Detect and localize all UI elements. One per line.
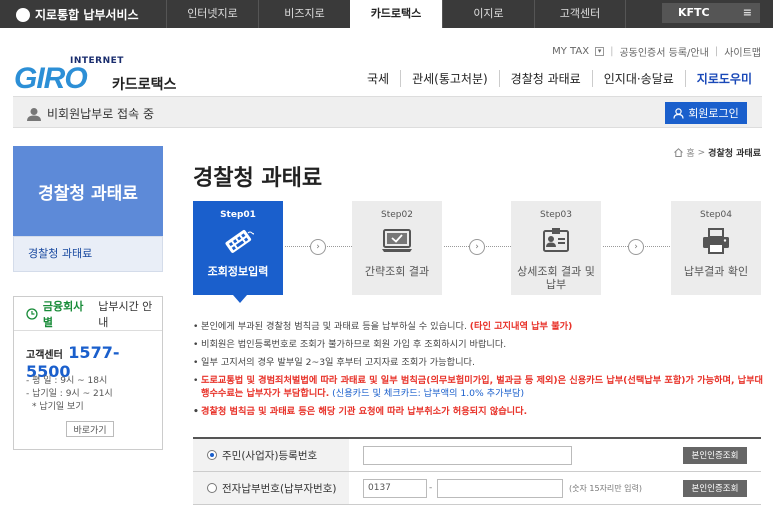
step-1: Step01 조회정보입력 bbox=[193, 201, 283, 303]
lookup-form: 주민(사업자)등록번호 본인인증조회 전자납부번호(납부자번호) 0137 - … bbox=[193, 437, 761, 505]
resident-number-input[interactable] bbox=[363, 445, 572, 465]
divider: | bbox=[714, 46, 719, 57]
brand-label: 지로통합 납부서비스 bbox=[35, 8, 139, 22]
step-4: Step04 납부결과 확인 bbox=[671, 201, 761, 295]
step-2-label: 간략조회 결과 bbox=[364, 265, 430, 278]
member-login-button[interactable]: 회원로그인 bbox=[665, 102, 747, 124]
step-1-label: 조회정보입력 bbox=[207, 265, 269, 278]
resident-number-label: 주민(사업자)등록번호 bbox=[222, 449, 318, 462]
step-2-number: Step02 bbox=[381, 210, 413, 220]
dropdown-icon[interactable]: ▾ bbox=[595, 47, 605, 56]
kftc-menu[interactable]: KFTC ≡ bbox=[662, 3, 760, 23]
tab-customer-center[interactable]: 고객센터 bbox=[534, 0, 626, 28]
call-center-label: 고객센터 bbox=[26, 350, 63, 361]
breadcrumb: 홈 > 경찰청 과태료 bbox=[674, 146, 761, 159]
home-icon[interactable] bbox=[674, 148, 684, 157]
notice-item: 본인에게 부과된 경찰청 범칙금 및 과태료 등을 납부하실 수 있습니다. (… bbox=[193, 320, 763, 333]
breadcrumb-separator: > bbox=[697, 147, 706, 158]
customer-info-box: 금융회사별 납부시간 안내 고객센터 1577-5500 - 평 일 : 9시 … bbox=[13, 296, 163, 450]
step-3-label: 상세조회 결과 및 납부 bbox=[517, 265, 595, 291]
step-1-number: Step01 bbox=[220, 210, 256, 220]
utility-links: MY TAX ▾ | 공동인증서 등록/안내 | 사이트맵 bbox=[552, 44, 761, 59]
resident-number-radio[interactable] bbox=[207, 450, 217, 460]
step-2: Step02 간략조회 결과 bbox=[352, 201, 442, 295]
payment-number-input[interactable] bbox=[437, 478, 563, 498]
notice-item: 일부 고지서의 경우 발부일 2~3일 후부터 고지자료 조회가 가능합니다. bbox=[193, 356, 763, 369]
tab-easy-giro[interactable]: 이지로 bbox=[442, 0, 534, 28]
notice-fee-note: (신용카드 및 체크카드: 납부액의 1.0% 추가부담) bbox=[332, 388, 525, 399]
sidebar-title: 경찰청 과태료 bbox=[13, 146, 163, 236]
payment-hours-title: 납부시간 안내 bbox=[98, 299, 153, 329]
payment-number-label: 전자납부번호(납부자번호) bbox=[222, 482, 337, 495]
divider: | bbox=[610, 46, 614, 57]
notice-item: 도로교통법 및 경범죄처벌법에 따라 과태료 및 일부 범칙금(의무보험미가입,… bbox=[193, 374, 763, 400]
chevron-right-icon: › bbox=[310, 239, 326, 255]
gnb-giro-helper[interactable]: 지로도우미 bbox=[684, 70, 763, 87]
identity-verify-button[interactable]: 본인인증조회 bbox=[683, 446, 747, 464]
login-status-bar: 비회원납부로 접속 중 회원로그인 bbox=[13, 96, 762, 128]
printer-icon bbox=[703, 228, 729, 254]
operating-hours: - 평 일 : 9시 ~ 18시 - 납기일 : 9시 ~ 21시 * 납기일 … bbox=[26, 375, 113, 414]
tab-card-tax[interactable]: 카드로택스 bbox=[350, 0, 442, 28]
payment-number-hint: (숫자 15자리만 입력) bbox=[569, 483, 643, 493]
payment-hours-highlight: 금융회사별 bbox=[42, 299, 84, 329]
kftc-label: KFTC bbox=[678, 6, 710, 19]
resident-number-option[interactable]: 주민(사업자)등록번호 bbox=[193, 439, 349, 471]
top-nav-bar: 지로통합 납부서비스 인터넷지로 비즈지로 카드로택스 이지로 고객센터 KFT… bbox=[0, 0, 773, 28]
step-4-number: Step04 bbox=[700, 210, 732, 220]
sidebar-item-police-fine[interactable]: 경찰청 과태료 bbox=[13, 236, 163, 272]
integrated-service-brand[interactable]: 지로통합 납부서비스 bbox=[16, 6, 139, 23]
clock-icon bbox=[26, 307, 38, 320]
form-row-payment-number: 전자납부번호(납부자번호) 0137 - (숫자 15자리만 입력) 본인인증조… bbox=[193, 472, 761, 505]
step-4-label: 납부결과 확인 bbox=[683, 265, 749, 278]
step-3: Step03 상세조회 결과 및 납부 bbox=[511, 201, 601, 295]
gnb-customs[interactable]: 관세(통고처분) bbox=[400, 70, 499, 87]
hours-holiday: - 납기일 : 9시 ~ 21시 bbox=[26, 389, 113, 399]
chevron-right-icon: › bbox=[469, 239, 485, 255]
step-3-number: Step03 bbox=[540, 210, 572, 220]
gnb-stamp-fee[interactable]: 인지대·송달료 bbox=[591, 70, 685, 87]
identity-verify-button[interactable]: 본인인증조회 bbox=[683, 479, 747, 497]
tab-internet-giro[interactable]: 인터넷지로 bbox=[166, 0, 258, 28]
id-card-icon bbox=[543, 228, 569, 252]
hyphen-separator: - bbox=[429, 483, 433, 493]
guest-status-text: 비회원납부로 접속 중 bbox=[47, 107, 154, 121]
hamburger-icon[interactable]: ≡ bbox=[743, 3, 752, 23]
util-link-sitemap[interactable]: 사이트맵 bbox=[724, 44, 761, 59]
logo-giro-text: GIRO bbox=[14, 62, 88, 95]
gnb-police-fine[interactable]: 경찰청 과태료 bbox=[498, 70, 592, 87]
form-row-resident-number: 주민(사업자)등록번호 본인인증조회 bbox=[193, 439, 761, 472]
chevron-right-icon: › bbox=[628, 239, 644, 255]
member-login-label: 회원로그인 bbox=[688, 107, 739, 120]
util-link-mytax[interactable]: MY TAX bbox=[552, 46, 589, 57]
payment-hours-link[interactable]: 금융회사별 납부시간 안내 bbox=[14, 297, 162, 331]
user-outline-icon bbox=[673, 107, 684, 119]
notice-text: 본인에게 부과된 경찰청 범칙금 및 과태료 등을 납부하실 수 있습니다. bbox=[201, 321, 467, 332]
notice-list: 본인에게 부과된 경찰청 범칙금 및 과태료 등을 납부하실 수 있습니다. (… bbox=[193, 320, 763, 423]
monitor-check-icon bbox=[382, 229, 412, 252]
payment-number-radio[interactable] bbox=[207, 483, 217, 493]
gnb-national-tax[interactable]: 국세 bbox=[356, 70, 400, 87]
main-nav: 국세 관세(통고처분) 경찰청 과태료 인지대·송달료 지로도우미 bbox=[356, 70, 763, 87]
card-keyboard-icon bbox=[225, 229, 255, 253]
payment-number-option[interactable]: 전자납부번호(납부자번호) bbox=[193, 472, 349, 504]
brand-logo-icon bbox=[16, 7, 30, 22]
user-icon bbox=[27, 107, 41, 121]
tab-biz-giro[interactable]: 비즈지로 bbox=[258, 0, 350, 28]
breadcrumb-home[interactable]: 홈 bbox=[686, 146, 694, 159]
notice-item: 비회원은 법인등록번호로 조회가 불가하므로 회원 가입 후 조회하시기 바랍니… bbox=[193, 338, 763, 351]
payment-number-prefix-input[interactable]: 0137 bbox=[363, 478, 427, 498]
hours-weekday: - 평 일 : 9시 ~ 18시 bbox=[26, 376, 108, 386]
breadcrumb-current: 경찰청 과태료 bbox=[708, 149, 761, 159]
hours-note: * 납기일 보기 bbox=[32, 402, 84, 412]
logo-subtitle: 카드로택스 bbox=[112, 77, 177, 93]
guest-status: 비회원납부로 접속 중 bbox=[27, 105, 154, 122]
page-title: 경찰청 과태료 bbox=[193, 166, 323, 191]
util-link-cert-guide[interactable]: 공동인증서 등록/안내 bbox=[619, 44, 708, 59]
notice-item: 경찰청 범칙금 및 과태료 등은 해당 기관 요청에 따라 납부취소가 허용되지… bbox=[193, 405, 763, 418]
notice-warning: (타인 고지내역 납부 불가) bbox=[469, 321, 573, 332]
shortcut-button[interactable]: 바로가기 bbox=[66, 421, 114, 437]
